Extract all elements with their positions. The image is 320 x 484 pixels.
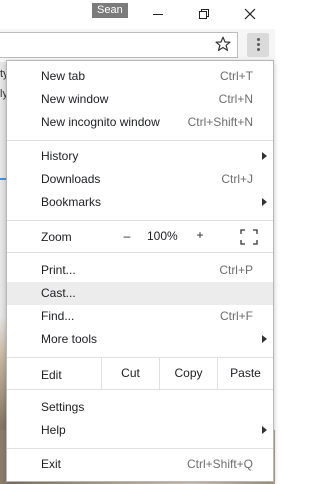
menu-item-exit[interactable]: Exit Ctrl+Shift+Q [7,453,273,476]
menu-item-shortcut: Ctrl+T [220,69,253,83]
minimize-button[interactable] [136,0,180,29]
edit-label: Edit [41,368,62,382]
menu-divider [7,252,273,253]
copy-button[interactable]: Copy [160,358,217,389]
submenu-arrow-icon [262,335,267,343]
menu-item-find[interactable]: Find... Ctrl+F [7,305,273,328]
menu-item-label: Find... [41,309,75,323]
submenu-arrow-icon [262,152,267,160]
menu-item-shortcut: Ctrl+Shift+N [187,115,253,129]
paste-button[interactable]: Paste [218,358,273,389]
browser-toolbar [0,29,275,62]
menu-item-shortcut: Ctrl+F [220,309,253,323]
menu-item-label: New window [41,92,109,106]
menu-item-shortcut: Ctrl+N [218,92,253,106]
menu-kebab-icon[interactable] [247,33,269,57]
menu-item-shortcut: Ctrl+P [219,263,253,277]
profile-button[interactable]: Sean [92,3,128,18]
menu-item-settings[interactable]: Settings [7,396,273,419]
close-icon [244,8,256,20]
menu-item-downloads[interactable]: Downloads Ctrl+J [7,168,273,191]
menu-item-print[interactable]: Print... Ctrl+P [7,259,273,282]
menu-divider [7,448,273,449]
menu-item-cast[interactable]: Cast... [7,282,273,305]
menu-item-label: New tab [41,69,86,83]
menu-item-label: New incognito window [41,115,160,129]
fullscreen-icon[interactable] [240,229,258,245]
menu-item-new-window[interactable]: New window Ctrl+N [7,88,273,111]
cut-label: Cut [121,366,140,380]
menu-item-help[interactable]: Help [7,419,273,442]
menu-item-new-incognito[interactable]: New incognito window Ctrl+Shift+N [7,111,273,134]
menu-item-label: Downloads [41,172,101,186]
menu-item-label: Exit [41,457,62,471]
menu-item-label: Cast... [41,286,76,300]
menu-item-label: History [41,149,79,163]
copy-label: Copy [174,366,203,380]
menu-item-new-tab[interactable]: New tab Ctrl+T [7,65,273,88]
title-bar: Sean [0,0,275,29]
zoom-in-button[interactable]: + [194,228,206,242]
menu-item-shortcut: Ctrl+Shift+Q [186,457,253,471]
zoom-out-button[interactable]: – [121,229,133,243]
address-bar[interactable] [0,32,238,58]
minimize-icon [153,14,163,15]
maximize-icon [199,9,209,19]
zoom-level: 100% [147,229,178,243]
menu-divider [7,140,273,141]
cut-button[interactable]: Cut [102,358,159,389]
menu-item-label: Settings [41,400,85,414]
submenu-arrow-icon [262,426,267,434]
app-menu: New tab Ctrl+T New window Ctrl+N New inc… [6,60,274,482]
paste-label: Paste [230,366,261,380]
menu-item-label: Bookmarks [41,195,102,209]
zoom-row: Zoom – 100% + [7,221,273,252]
menu-item-label: Help [41,423,66,437]
menu-item-label: More tools [41,332,98,346]
menu-item-label: Print... [41,263,76,277]
menu-item-more-tools[interactable]: More tools [7,328,273,351]
menu-divider [7,389,273,390]
menu-item-history[interactable]: History [7,145,273,168]
submenu-arrow-icon [262,198,267,206]
restore-button[interactable] [182,0,226,29]
bookmark-star-icon[interactable] [215,36,231,52]
edit-row: Edit Cut Copy Paste [7,358,273,389]
menu-item-shortcut: Ctrl+J [221,172,253,186]
zoom-label: Zoom [41,230,72,244]
close-button[interactable] [228,0,272,29]
menu-item-bookmarks[interactable]: Bookmarks [7,191,273,214]
